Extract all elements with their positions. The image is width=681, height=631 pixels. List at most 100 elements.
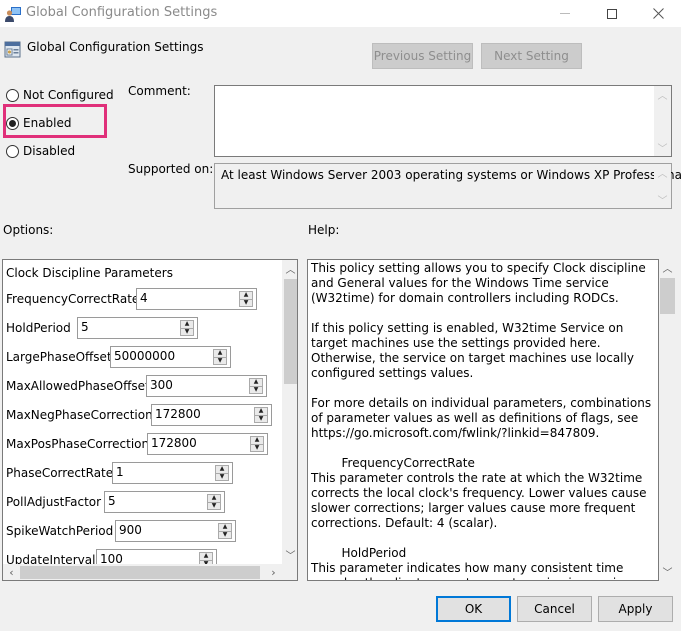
scroll-down-icon[interactable]: ﹀	[654, 139, 671, 156]
spinner-value: 900	[119, 523, 142, 537]
spin-down-icon[interactable]: ▼	[255, 414, 267, 423]
scroll-up-icon[interactable]: ︿	[654, 86, 671, 103]
spinner-value: 172800	[151, 436, 197, 450]
options-horizontal-scroll-thumb[interactable]	[20, 566, 260, 579]
spinner-buttons[interactable]: ▲▼	[213, 349, 227, 365]
spinner-buttons[interactable]: ▲▼	[254, 407, 268, 423]
option-row: LargePhaseOffset	[6, 346, 112, 368]
previous-setting-button[interactable]: Previous Setting	[372, 43, 473, 69]
scroll-down-icon[interactable]: ﹀	[282, 546, 297, 563]
spin-down-icon[interactable]: ▼	[240, 298, 252, 307]
spinner-buttons[interactable]: ▲▼	[207, 494, 221, 510]
radio-circle-icon	[6, 88, 19, 102]
radio-not-configured[interactable]: Not Configured	[6, 88, 114, 102]
spike-watch-period-spinner[interactable]: 900 ▲ ▼	[115, 520, 236, 542]
scroll-up-icon[interactable]: ︿	[654, 164, 671, 181]
spinner-buttons[interactable]: ▲▼	[239, 291, 253, 307]
help-text: This policy setting allows you to specif…	[311, 261, 652, 580]
close-button[interactable]	[635, 0, 681, 27]
spinner-value: 172800	[155, 407, 201, 421]
option-label: PhaseCorrectRate	[6, 466, 114, 480]
spin-down-icon[interactable]: ▼	[216, 472, 228, 481]
spinner-value: 5	[81, 320, 89, 334]
options-label: Options:	[3, 223, 54, 237]
minimize-button[interactable]	[542, 0, 588, 27]
maximize-icon	[607, 8, 617, 19]
poll-adjust-factor-spinner[interactable]: 5 ▲ ▼	[104, 491, 225, 513]
option-row: MaxPosPhaseCorrection	[6, 433, 149, 455]
comment-scrollbar[interactable]: ︿ ﹀	[654, 86, 671, 156]
apply-button[interactable]: Apply	[598, 596, 673, 622]
supported-on-field: At least Windows Server 2003 operating s…	[214, 163, 681, 209]
max-allowed-phase-offset-spinner[interactable]: 300 ▲ ▼	[146, 375, 267, 397]
option-row: MaxNegPhaseCorrection	[6, 404, 153, 426]
spin-down-icon[interactable]: ▼	[181, 327, 193, 336]
option-row: MaxAllowedPhaseOffset	[6, 375, 150, 397]
window-title: Global Configuration Settings	[26, 5, 218, 20]
spinner-value: 5	[108, 494, 116, 508]
scroll-down-icon[interactable]: ﹀	[659, 563, 676, 580]
spin-down-icon[interactable]: ▼	[219, 530, 231, 539]
spinner-value: 4	[140, 291, 148, 305]
supported-on-label: Supported on:	[128, 162, 214, 176]
max-neg-phase-correction-spinner[interactable]: 172800 ▲ ▼	[151, 404, 272, 426]
options-panel: Clock Discipline Parameters FrequencyCor…	[2, 259, 298, 581]
minimize-icon	[560, 13, 570, 14]
option-label: MaxAllowedPhaseOffset	[6, 379, 150, 393]
radio-label: Not Configured	[23, 88, 114, 102]
option-row: PhaseCorrectRate	[6, 462, 113, 484]
option-row: HoldPeriod	[6, 317, 71, 339]
spinner-value: 50000000	[114, 349, 176, 363]
policy-setting-icon	[4, 41, 21, 58]
scroll-up-icon[interactable]: ︿	[282, 260, 297, 277]
cancel-button[interactable]: Cancel	[517, 596, 592, 622]
setting-title: Global Configuration Settings	[27, 40, 204, 54]
spin-down-icon[interactable]: ▼	[208, 501, 220, 510]
scrollbar-corner	[282, 564, 297, 580]
spinner-buttons[interactable]: ▲▼	[249, 378, 263, 394]
spinner-buttons[interactable]: ▲▼	[218, 523, 232, 539]
radio-label: Disabled	[23, 144, 76, 158]
option-label: SpikeWatchPeriod	[6, 524, 114, 538]
help-panel: This policy setting allows you to specif…	[307, 259, 659, 581]
supported-on-value: At least Windows Server 2003 operating s…	[221, 168, 681, 182]
spinner-buttons[interactable]: ▲▼	[180, 320, 194, 336]
scroll-up-icon[interactable]: ︿	[659, 259, 676, 276]
spin-down-icon[interactable]: ▼	[214, 356, 226, 365]
help-label: Help:	[308, 223, 340, 237]
options-section-title: Clock Discipline Parameters	[6, 266, 173, 280]
large-phase-offset-spinner[interactable]: 50000000 ▲ ▼	[110, 346, 231, 368]
max-pos-phase-correction-spinner[interactable]: 172800 ▲ ▼	[147, 433, 268, 455]
option-label: HoldPeriod	[6, 321, 71, 335]
supported-scrollbar[interactable]: ︿ ﹀	[654, 164, 671, 208]
option-row: SpikeWatchPeriod	[6, 520, 113, 542]
maximize-button[interactable]	[589, 0, 635, 27]
hold-period-spinner[interactable]: 5 ▲ ▼	[77, 317, 198, 339]
spinner-buttons[interactable]: ▲▼	[215, 465, 229, 481]
ok-button[interactable]: OK	[436, 596, 511, 622]
phase-correct-rate-spinner[interactable]: 1 ▲ ▼	[112, 462, 233, 484]
spinner-value: 1	[116, 465, 124, 479]
option-label: LargePhaseOffset	[6, 350, 112, 364]
option-label: PollAdjustFactor	[6, 495, 102, 509]
comment-label: Comment:	[128, 84, 191, 98]
spinner-buttons[interactable]: ▲▼	[250, 436, 264, 452]
scroll-left-icon[interactable]: ‹	[3, 564, 20, 580]
comment-textarea[interactable]: ︿ ﹀	[214, 85, 672, 157]
option-label: MaxNegPhaseCorrection	[6, 408, 153, 422]
spin-down-icon[interactable]: ▼	[250, 385, 262, 394]
frequency-correct-rate-spinner[interactable]: 4 ▲ ▼	[136, 288, 257, 310]
option-row: FrequencyCorrectRate	[6, 288, 139, 310]
spin-down-icon[interactable]: ▼	[251, 443, 263, 452]
scroll-down-icon[interactable]: ﹀	[654, 191, 671, 208]
options-vertical-scroll-thumb[interactable]	[284, 279, 297, 384]
help-scroll-thumb[interactable]	[660, 278, 675, 314]
scroll-right-icon[interactable]: ›	[265, 564, 282, 580]
radio-disabled[interactable]: Disabled	[6, 144, 75, 158]
enabled-highlight-box	[3, 104, 107, 138]
next-setting-button[interactable]: Next Setting	[481, 43, 582, 69]
spinner-value: 300	[150, 378, 173, 392]
computer-user-icon	[5, 7, 21, 22]
close-icon	[652, 8, 664, 19]
option-label: MaxPosPhaseCorrection	[6, 437, 150, 451]
